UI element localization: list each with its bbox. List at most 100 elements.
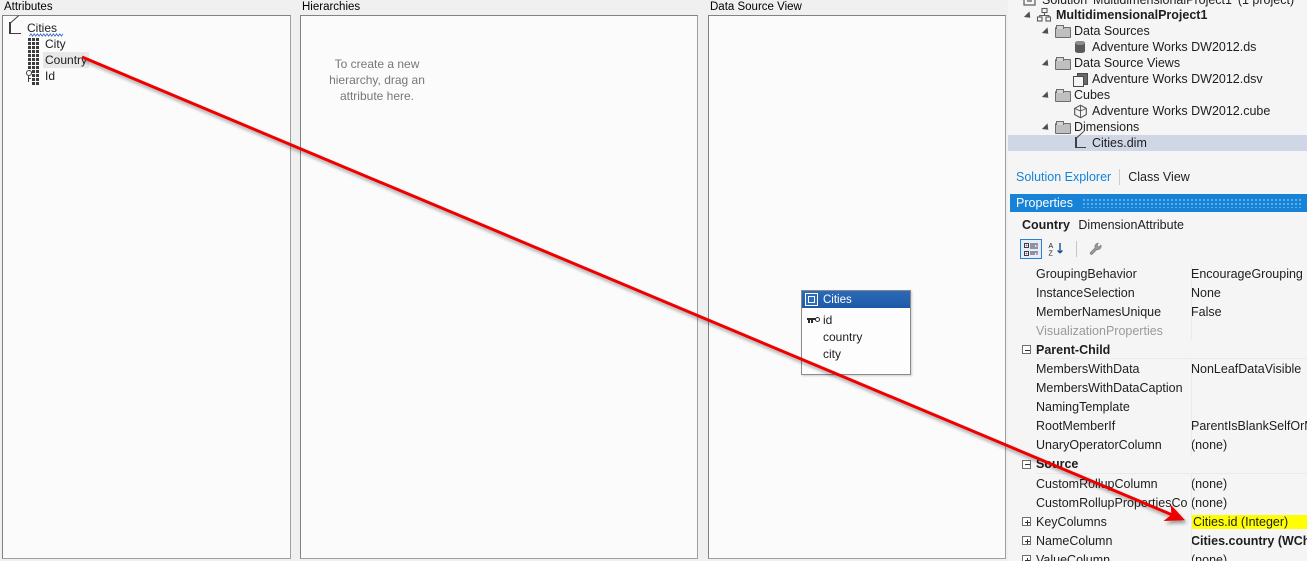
solution-explorer-row-project[interactable]: MultidimensionalProject1	[1008, 7, 1307, 23]
dsv-column-country[interactable]: country	[802, 328, 910, 345]
column-separator[interactable]	[1191, 550, 1192, 561]
hierarchies-pane-body[interactable]: To create a new hierarchy, drag an attri…	[300, 15, 698, 559]
expander[interactable]	[1020, 455, 1036, 474]
column-separator[interactable]	[1191, 397, 1192, 417]
column-separator[interactable]	[1191, 264, 1192, 284]
property-row[interactable]: RootMemberIf ParentIsBlankSelfOrMiss	[1020, 416, 1307, 436]
property-row[interactable]: MembersWithData NonLeafDataVisible	[1020, 359, 1307, 379]
column-separator[interactable]	[1191, 302, 1192, 322]
data-source-view-pane-body[interactable]: Cities id country city	[708, 15, 1006, 559]
solution-explorer-row-data-sources[interactable]: Data Sources	[1008, 23, 1307, 39]
dsv-table-header[interactable]: Cities	[802, 291, 910, 308]
dsv-column-city[interactable]: city	[802, 345, 910, 362]
column-separator[interactable]	[1191, 474, 1192, 494]
expander[interactable]	[1040, 55, 1054, 71]
property-category-row[interactable]: Parent-Child	[1020, 340, 1307, 360]
property-row[interactable]: InstanceSelection None	[1020, 283, 1307, 303]
expander	[1020, 436, 1036, 455]
column-separator[interactable]	[1191, 416, 1192, 436]
column-separator[interactable]	[1191, 321, 1192, 341]
property-value[interactable]: (none)	[1191, 438, 1307, 452]
properties-object-type: DimensionAttribute	[1078, 218, 1185, 232]
column-separator[interactable]	[1191, 531, 1192, 551]
property-row[interactable]: MemberNamesUnique False	[1020, 302, 1307, 322]
column-separator[interactable]	[1191, 359, 1192, 379]
property-value[interactable]: None	[1191, 286, 1307, 300]
solution-explorer-tree[interactable]: Solution 'MultidimensionalProject1' (1 p…	[1008, 0, 1307, 168]
property-value[interactable]: Cities.id (Integer)	[1191, 514, 1307, 529]
property-row[interactable]: UnaryOperatorColumn (none)	[1020, 435, 1307, 455]
property-pages-button[interactable]	[1085, 239, 1107, 259]
hierarchies-pane-title: Hierarchies	[298, 0, 700, 15]
solution-explorer-row-cube-file[interactable]: Adventure Works DW2012.cube	[1008, 103, 1307, 119]
property-name: ValueColumn	[1036, 552, 1111, 561]
property-value[interactable]: (none)	[1191, 553, 1307, 561]
tree-item-country[interactable]: Country	[7, 52, 290, 69]
dsv-icon	[1072, 71, 1089, 87]
solution-explorer-row-dsv-file[interactable]: Adventure Works DW2012.dsv	[1008, 71, 1307, 87]
dsv-table-cities[interactable]: Cities id country city	[801, 290, 911, 375]
property-row[interactable]: GroupingBehavior EncourageGrouping	[1020, 264, 1307, 284]
attributes-tree[interactable]: Cities City Country Id	[3, 15, 290, 85]
expander[interactable]	[1040, 119, 1054, 135]
cube-icon	[1072, 103, 1089, 119]
property-row[interactable]: CustomRollupColumn (none)	[1020, 474, 1307, 494]
tree-item-label: Country	[43, 52, 90, 68]
property-category-row[interactable]: Source	[1020, 455, 1307, 475]
solution-explorer-row-ds-file[interactable]: Adventure Works DW2012.ds	[1008, 39, 1307, 55]
expander[interactable]	[1020, 512, 1036, 531]
property-value[interactable]: NonLeafDataVisible	[1191, 362, 1307, 376]
attribute-icon	[25, 36, 41, 53]
tab-class-view[interactable]: Class View	[1120, 169, 1198, 185]
column-separator[interactable]	[1191, 378, 1192, 398]
tree-item-cities[interactable]: Cities	[7, 15, 290, 37]
expander[interactable]	[1020, 340, 1036, 359]
tree-item-city[interactable]: City	[7, 36, 290, 53]
property-row-valuecolumn[interactable]: ValueColumn (none)	[1020, 550, 1307, 561]
categorized-view-button[interactable]	[1020, 239, 1042, 259]
expander[interactable]	[1040, 87, 1054, 103]
expander[interactable]	[1040, 23, 1054, 39]
property-category-name: Source	[1036, 457, 1079, 472]
column-separator[interactable]	[1191, 512, 1192, 532]
dimension-icon	[1072, 130, 1089, 151]
property-value[interactable]: (none)	[1191, 477, 1307, 491]
alphabetical-sort-button[interactable]: A Z	[1046, 239, 1068, 259]
properties-grid[interactable]: GroupingBehavior EncourageGrouping Insta…	[1020, 264, 1307, 561]
expander	[1020, 379, 1036, 398]
dsv-column-id[interactable]: id	[802, 311, 910, 328]
tab-solution-explorer[interactable]: Solution Explorer	[1008, 168, 1121, 185]
expander[interactable]	[1008, 0, 1022, 8]
column-separator[interactable]	[1191, 493, 1192, 513]
solution-explorer-row-solution[interactable]: Solution 'MultidimensionalProject1' (1 p…	[1008, 0, 1307, 7]
datasource-icon	[1072, 39, 1089, 55]
property-value[interactable]: EncourageGrouping	[1191, 267, 1307, 281]
property-row[interactable]: NamingTemplate	[1020, 397, 1307, 417]
expander[interactable]	[1020, 531, 1036, 550]
dimension-icon	[7, 15, 23, 36]
property-value[interactable]: ParentIsBlankSelfOrMiss	[1191, 419, 1307, 433]
project-icon	[1036, 7, 1053, 23]
solution-explorer-row-dimensions[interactable]: Dimensions	[1008, 119, 1307, 135]
drag-grip-dots[interactable]	[1082, 198, 1303, 208]
expander[interactable]	[1022, 7, 1036, 23]
property-row[interactable]: VisualizationProperties	[1020, 321, 1307, 341]
property-value[interactable]: False	[1191, 305, 1307, 319]
property-row-keycolumns[interactable]: KeyColumns Cities.id (Integer)	[1020, 512, 1307, 532]
column-separator[interactable]	[1191, 283, 1192, 303]
property-row[interactable]: CustomRollupPropertiesCo (none)	[1020, 493, 1307, 513]
column-separator[interactable]	[1191, 435, 1192, 455]
tree-item-id[interactable]: Id	[7, 68, 290, 85]
solution-explorer-row-cities-dim[interactable]: Cities.dim	[1008, 130, 1307, 151]
solution-explorer-row-cubes[interactable]: Cubes	[1008, 87, 1307, 103]
solution-explorer-row-data-source-views[interactable]: Data Source Views	[1008, 55, 1307, 71]
categorized-icon	[1024, 243, 1039, 260]
property-row[interactable]: MembersWithDataCaption	[1020, 378, 1307, 398]
pane-splitter-right[interactable]	[700, 0, 705, 561]
property-name: MembersWithDataCaption	[1036, 381, 1183, 396]
expander[interactable]	[1020, 550, 1036, 561]
property-value[interactable]: (none)	[1191, 496, 1307, 510]
attribute-icon	[25, 52, 41, 69]
property-row-namecolumn[interactable]: NameColumn Cities.country (WChar)	[1020, 531, 1307, 551]
property-value[interactable]: Cities.country (WChar)	[1191, 534, 1307, 548]
